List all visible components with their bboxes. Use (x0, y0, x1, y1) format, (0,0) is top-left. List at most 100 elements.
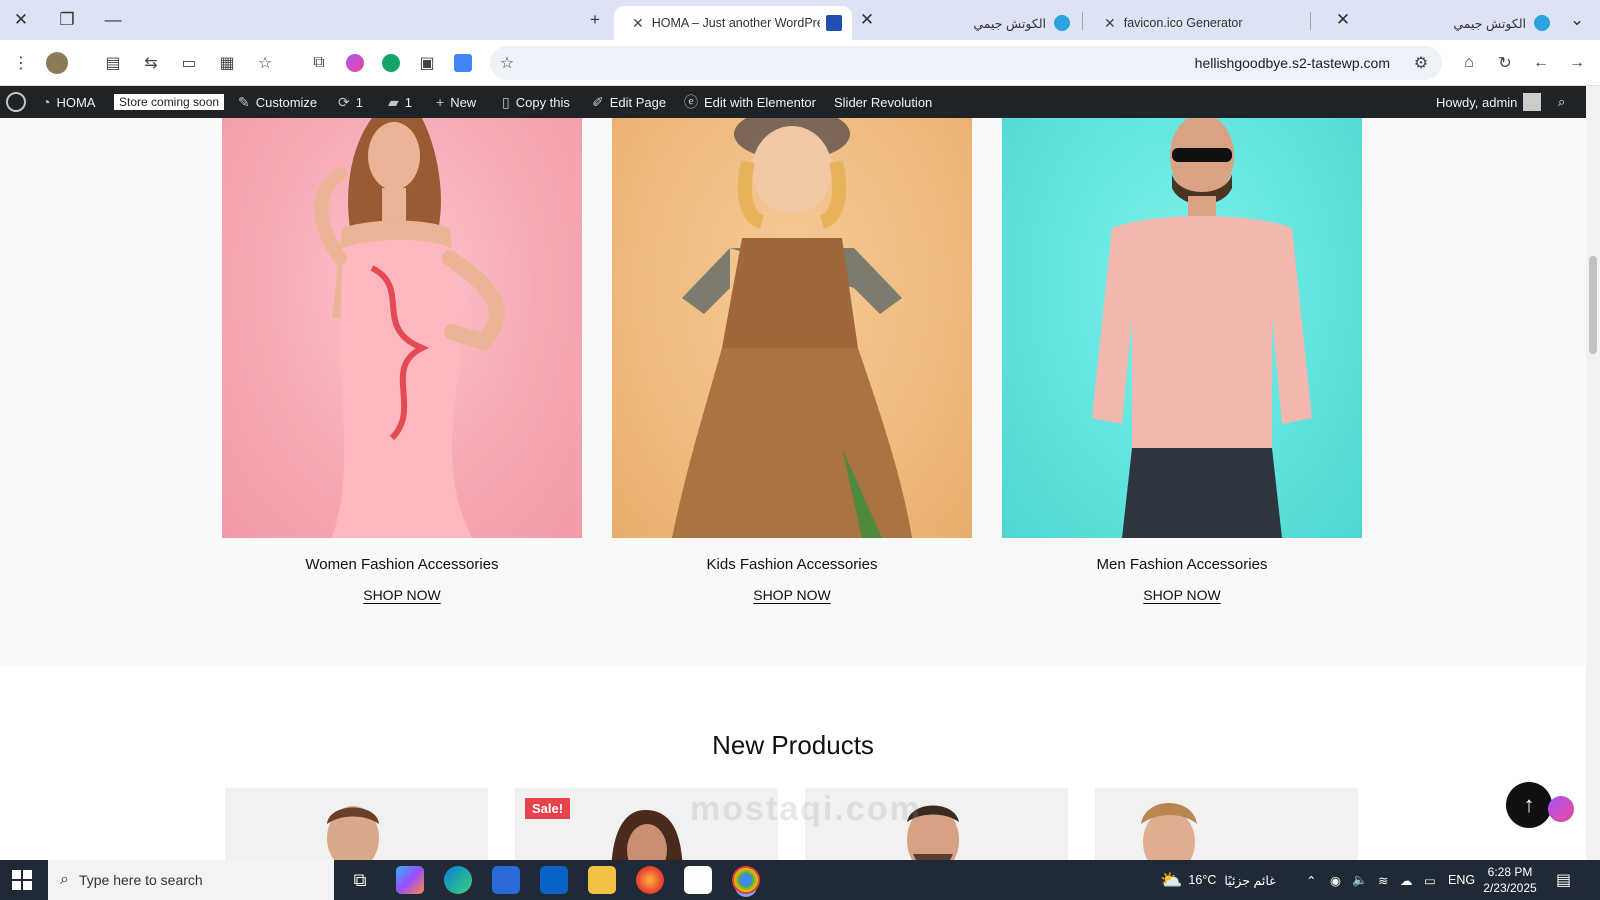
forward-arrow-icon[interactable]: → (1564, 50, 1590, 76)
comment-icon: ▰ (388, 93, 399, 110)
wifi-icon[interactable]: ≋ (1378, 860, 1388, 900)
weather-widget[interactable]: ⛅ 16°C غائم جزئيًا (1160, 860, 1276, 900)
address-bar[interactable]: ☆ hellishgoodbye.s2-tastewp.com ⚙ (490, 46, 1442, 80)
updates-icon: ⟳ (338, 93, 350, 110)
child-in-brown-dress-illustration (672, 118, 912, 538)
notifications-icon[interactable]: ▤ (1556, 860, 1571, 900)
onedrive-cloud-icon[interactable]: ☁ (1400, 860, 1413, 900)
tab-close-icon[interactable]: ✕ (1328, 6, 1358, 34)
store-coming-soon-badge[interactable]: Store coming soon (114, 86, 225, 118)
slider-revolution-link[interactable]: Slider Revolution (834, 86, 932, 118)
taskbar-search-box[interactable]: ⌕ Type here to search (48, 860, 334, 900)
product-model-image (1141, 803, 1197, 860)
wordpress-logo-icon[interactable] (6, 86, 26, 118)
edit-with-elementor-link[interactable]: ⓔ Edit with Elementor (684, 86, 816, 118)
edge-browser-icon[interactable] (444, 866, 472, 894)
admin-avatar (1523, 93, 1542, 111)
tab-close-icon[interactable]: ✕ (632, 15, 644, 32)
women-category-image[interactable] (222, 118, 582, 538)
tray-chrome-icon[interactable]: ◉ (1330, 860, 1341, 900)
dashboard-icon: ◔ (42, 94, 51, 110)
bookmark-this-page-icon[interactable]: ☆ (494, 50, 520, 76)
admin-search-icon[interactable]: ⌕ (1558, 86, 1565, 118)
category-card-women: Women Fashion Accessories SHOP NOW (222, 118, 582, 603)
partly-cloudy-icon: ⛅ (1160, 869, 1183, 890)
windows-start-icon[interactable] (12, 870, 32, 890)
men-category-image[interactable] (1002, 118, 1362, 538)
brain-extension-icon[interactable] (342, 50, 368, 76)
site-settings-icon[interactable]: ⚙ (1408, 50, 1434, 76)
elementor-icon: ⓔ (684, 94, 698, 110)
back-to-top-button[interactable]: ↑ (1506, 782, 1552, 828)
kids-category-image[interactable] (612, 118, 972, 538)
telegram-icon (1534, 15, 1550, 31)
battery-icon[interactable]: ▭ (1424, 860, 1436, 900)
extensions-icon[interactable]: ⧉ (306, 50, 332, 76)
grammarly-icon[interactable] (378, 50, 404, 76)
new-tab-icon[interactable]: + (580, 6, 610, 34)
customize-link[interactable]: ✎ Customize (238, 86, 317, 118)
page-content: Women Fashion Accessories SHOP NOW Kids … (0, 118, 1586, 860)
home-icon[interactable]: ⌂ (1456, 50, 1482, 76)
back-arrow-icon[interactable]: ← (1528, 50, 1554, 76)
reload-icon[interactable]: ↻ (1492, 50, 1518, 76)
google-translate-icon[interactable] (450, 50, 476, 76)
minimize-window-icon[interactable]: — (98, 6, 128, 34)
tab-coach-2[interactable]: الكوتش جيمي (1420, 6, 1560, 40)
scrollbar-thumb[interactable] (1589, 256, 1597, 354)
shop-now-link[interactable]: SHOP NOW (612, 587, 972, 603)
devices-icon[interactable]: ▭ (176, 50, 202, 76)
firefox-icon[interactable] (636, 866, 664, 894)
copilot-icon[interactable] (396, 866, 424, 894)
solitaire-icon[interactable] (684, 866, 712, 894)
tab-search-chevron-icon[interactable]: ⌄ (1562, 6, 1592, 34)
menu-dots-icon[interactable]: ⋮ (8, 50, 34, 76)
sale-badge: Sale! (525, 798, 571, 819)
bookmark-star-icon[interactable]: ☆ (252, 50, 278, 76)
category-title: Women Fashion Accessories (305, 556, 499, 573)
profile-avatar-icon[interactable] (44, 50, 70, 76)
howdy-admin-link[interactable]: Howdy, admin (1436, 86, 1542, 118)
tray-chevron-up-icon[interactable]: ⌃ (1306, 860, 1316, 900)
tab-strip: ✕ ❐ — + ✕ HOMA – Just another WordPress … (0, 0, 1600, 40)
new-content-link[interactable]: + New (436, 86, 476, 118)
copy-icon: ▯ (502, 93, 510, 110)
page-scrollbar[interactable] (1586, 86, 1600, 860)
category-card-men: Men Fashion Accessories SHOP NOW (1002, 118, 1362, 603)
product-card[interactable] (1095, 788, 1358, 860)
tab-close-icon[interactable]: ✕ (1104, 15, 1116, 32)
tab-close-icon[interactable]: ✕ (852, 6, 882, 34)
close-window-icon[interactable]: ✕ (6, 6, 36, 34)
image-extension-icon[interactable]: ▣ (414, 50, 440, 76)
microsoft-store-icon[interactable] (492, 866, 520, 894)
chrome-icon[interactable] (732, 866, 760, 894)
sidebar-icon[interactable]: ▤ (100, 50, 126, 76)
comments-link[interactable]: ▰ 1 (388, 86, 412, 118)
edit-page-link[interactable]: ✐ Edit Page (592, 86, 666, 118)
file-explorer-icon[interactable] (588, 866, 616, 894)
volume-icon[interactable]: 🔈 (1352, 860, 1368, 900)
tab-favicon-generator[interactable]: ✕ favicon.ico Generator (1086, 6, 1306, 40)
telegram-icon (1054, 15, 1070, 31)
translate-icon[interactable]: ⇆ (138, 50, 164, 76)
updates-link[interactable]: ⟳ 1 (338, 86, 363, 118)
site-name-link[interactable]: ◔ HOMA (42, 86, 95, 118)
shop-now-link[interactable]: SHOP NOW (1002, 587, 1362, 603)
outlook-icon[interactable] (540, 866, 568, 894)
shop-now-link[interactable]: SHOP NOW (222, 587, 582, 603)
tab-homa[interactable]: ✕ HOMA – Just another WordPress (614, 6, 852, 40)
url-text: hellishgoodbye.s2-tastewp.com (1194, 55, 1390, 71)
new-products-title: New Products (712, 730, 874, 760)
brain-extension-floating-icon[interactable] (1548, 796, 1574, 822)
search-icon: ⌕ (60, 871, 69, 888)
product-card[interactable] (225, 788, 488, 860)
copy-this-link[interactable]: ▯ Copy this (502, 86, 570, 118)
taskbar-clock[interactable]: 6:28 PM 2/23/2025 (1470, 864, 1550, 896)
elementor-favicon-icon (826, 15, 842, 31)
restore-window-icon[interactable]: ❐ (52, 6, 82, 34)
arrow-up-icon: ↑ (1523, 792, 1535, 817)
brush-icon: ✎ (238, 93, 250, 110)
task-view-icon[interactable]: ⧉ (346, 866, 374, 894)
qr-code-icon[interactable]: ▦ (214, 50, 240, 76)
tab-coach-1[interactable]: الكوتش جيمي (960, 6, 1080, 40)
